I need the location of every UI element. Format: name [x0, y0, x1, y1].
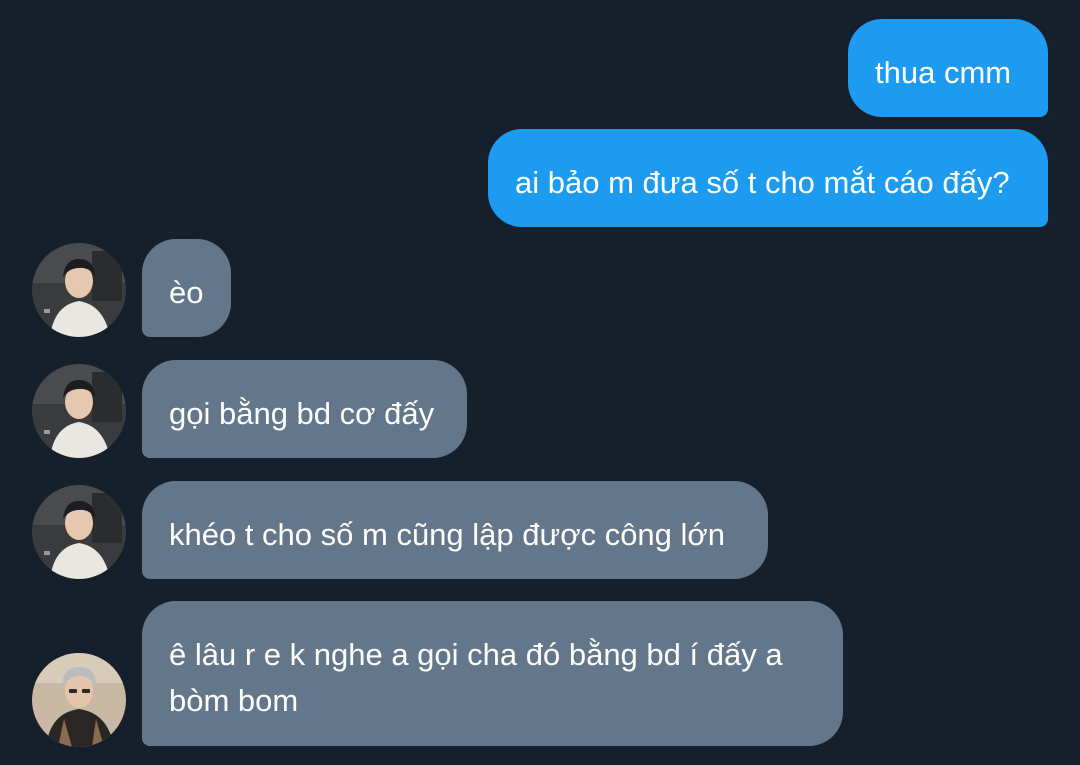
avatar-boy-white-shirt-icon — [32, 485, 126, 579]
chat-thread: thua cmm ai bảo m đưa số t cho mắt cáo đ… — [0, 0, 1080, 765]
message-text: gọi bằng bd cơ đấy — [169, 396, 435, 431]
sent-message-bubble[interactable]: thua cmm — [848, 19, 1048, 117]
received-message-bubble[interactable]: èo — [142, 239, 231, 337]
avatar-boy-grey-hair-icon — [32, 653, 126, 747]
sent-message-bubble[interactable]: ai bảo m đưa số t cho mắt cáo đấy? — [488, 129, 1048, 227]
received-message-bubble[interactable]: gọi bằng bd cơ đấy — [142, 360, 467, 458]
sender-avatar[interactable] — [32, 653, 126, 747]
avatar-boy-white-shirt-icon — [32, 364, 126, 458]
sender-avatar[interactable] — [32, 485, 126, 579]
received-message-bubble[interactable]: ê lâu r e k nghe a gọi cha đó bằng bd í … — [142, 601, 843, 746]
message-text-line: ê lâu r e k nghe a gọi cha đó bằng bd í … — [169, 637, 783, 672]
message-text: khéo t cho số m cũng lập được công lớn — [169, 517, 725, 552]
message-text-line: bòm bom — [169, 683, 299, 718]
message-text: èo — [169, 275, 204, 310]
sender-avatar[interactable] — [32, 364, 126, 458]
avatar-boy-white-shirt-icon — [32, 243, 126, 337]
sender-avatar[interactable] — [32, 243, 126, 337]
message-text: thua cmm — [875, 55, 1012, 90]
message-text: ai bảo m đưa số t cho mắt cáo đấy? — [515, 165, 1010, 200]
received-message-bubble[interactable]: khéo t cho số m cũng lập được công lớn — [142, 481, 768, 579]
